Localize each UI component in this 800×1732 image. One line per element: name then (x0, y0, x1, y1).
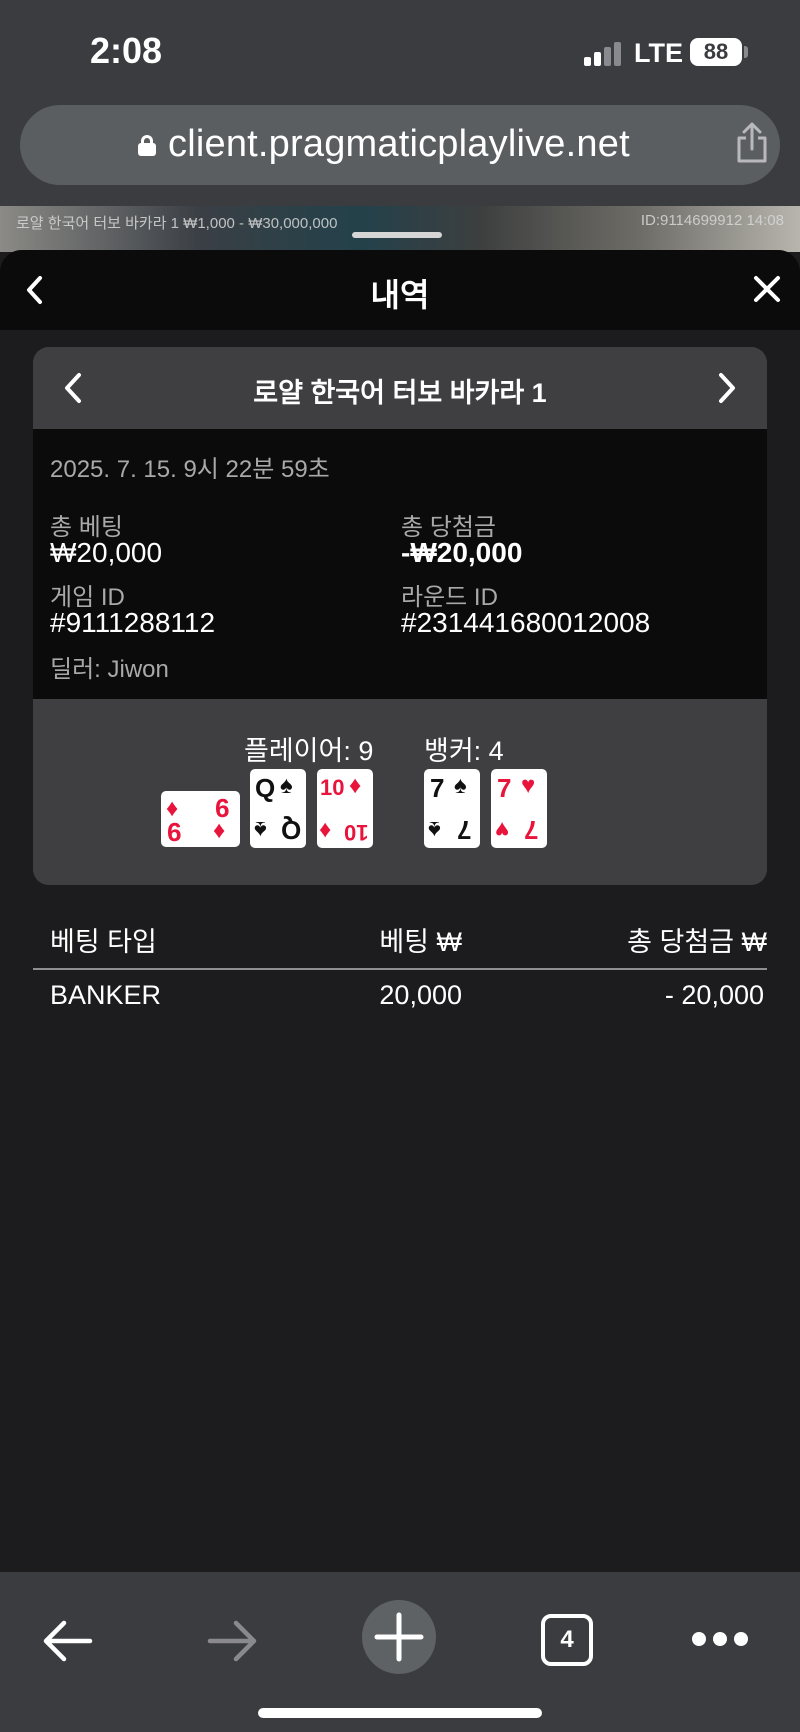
sheet-header: 내역 (0, 250, 800, 330)
table-name: 로얄 한국어 터보 바카라 1 (253, 378, 547, 408)
sheet-grabber[interactable] (352, 232, 442, 238)
sheet-title: 내역 (370, 277, 430, 313)
round-datetime: 2025. 7. 15. 9시 22분 59초 (50, 456, 330, 483)
row-bet-amount: 20,000 (379, 980, 462, 1010)
total-bet-value: ₩20,000 (50, 537, 163, 568)
history-sheet: 내역 로얄 한국어 터보 바카라 1 2025. 7. 15. 9시 22분 5… (0, 250, 800, 1572)
table-divider (33, 968, 767, 970)
status-time: 2:08 (90, 30, 163, 71)
round-info: 2025. 7. 15. 9시 22분 59초 총 베팅 ₩20,000 총 당… (33, 429, 767, 699)
player-card: Q ♠ ♠ Q (250, 769, 306, 848)
browser-toolbar: 4 (0, 1572, 800, 1732)
more-options-icon[interactable] (690, 1630, 750, 1650)
round-id-value: #231441680012008 (401, 607, 651, 638)
game-id-value: #9111288112 (50, 607, 216, 638)
plus-icon (374, 1612, 424, 1662)
row-bet-type: BANKER (50, 980, 162, 1010)
background-game-id: ID:9114699912 14:08 (640, 212, 784, 229)
share-icon[interactable] (732, 121, 772, 165)
round-detail-card: 로얄 한국어 터보 바카라 1 2025. 7. 15. 9시 22분 59초 … (33, 347, 767, 885)
new-tab-button[interactable] (362, 1600, 436, 1674)
row-win-amount: - 20,000 (664, 980, 764, 1010)
close-icon[interactable] (752, 274, 782, 304)
total-win-value: -₩20,000 (401, 537, 523, 568)
player-card: 10 ♦ ♦ 10 (317, 769, 373, 848)
background-game-video: 로얄 한국어 터보 바카라 1 ₩1,000 - ₩30,000,000 ID:… (0, 206, 800, 252)
battery-icon: 88 (690, 38, 742, 66)
player-score: 플레이어: 9 (244, 736, 374, 766)
tabs-button[interactable]: 4 (541, 1614, 593, 1666)
column-header-win: 총 당첨금 ₩ (627, 927, 767, 957)
home-indicator (258, 1708, 542, 1718)
status-bar: 2:08 LTE 88 (0, 0, 800, 100)
banker-score: 뱅커: 4 (424, 736, 504, 766)
round-nav: 로얄 한국어 터보 바카라 1 (33, 347, 767, 429)
background-game-info: 로얄 한국어 터보 바카라 1 ₩1,000 - ₩30,000,000 (16, 215, 338, 232)
player-card: ♦ 9 9 ♦ (161, 791, 240, 847)
column-header-bet-type: 베팅 타입 (50, 927, 157, 957)
banker-card: 7 ♥ ♥ 7 (491, 769, 547, 848)
next-round-icon[interactable] (715, 371, 739, 405)
network-type: LTE (634, 38, 683, 68)
address-bar[interactable]: client.pragmaticplaylive.net (20, 105, 780, 185)
dealer-name: 딜러: Jiwon (50, 656, 169, 683)
column-header-bet: 베팅 ₩ (379, 927, 462, 957)
hands-area: 플레이어: 9 뱅커: 4 ♦ 9 9 ♦ Q ♠ ♠ Q 10 ♦ ♦ 10 (33, 699, 767, 885)
signal-icon (584, 40, 624, 66)
browser-address-area: client.pragmaticplaylive.net (0, 100, 800, 206)
banker-card: 7 ♠ ♠ 7 (424, 769, 480, 848)
lock-icon (138, 135, 156, 156)
url-text[interactable]: client.pragmaticplaylive.net (168, 123, 630, 166)
forward-arrow-icon[interactable] (204, 1616, 260, 1666)
battery-tip (744, 46, 748, 58)
back-arrow-icon[interactable] (40, 1616, 96, 1666)
